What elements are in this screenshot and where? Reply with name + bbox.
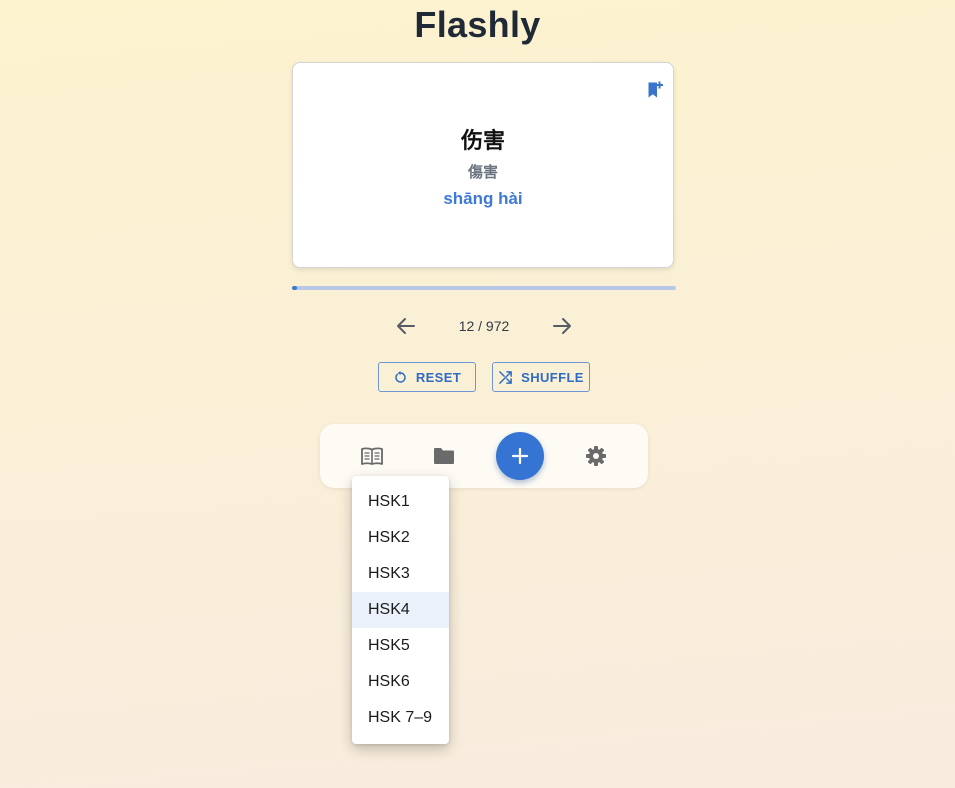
bookmark-add-icon[interactable]: [647, 81, 663, 99]
menu-item-hsk6[interactable]: HSK6: [352, 664, 449, 700]
arrow-left-icon[interactable]: [394, 314, 418, 338]
menu-item-hsk4[interactable]: HSK4: [352, 592, 449, 628]
menu-item-hsk2[interactable]: HSK2: [352, 520, 449, 556]
add-card-button[interactable]: [496, 432, 544, 480]
plus-icon: [511, 447, 529, 465]
menu-item-hsk7-9[interactable]: HSK 7–9: [352, 700, 449, 736]
menu-item-hsk1[interactable]: HSK1: [352, 484, 449, 520]
progress-bar: [292, 286, 676, 290]
arrow-right-icon[interactable]: [550, 314, 574, 338]
deck-menu: HSK1 HSK2 HSK3 HSK4 HSK5 HSK6 HSK 7–9: [352, 476, 449, 744]
card-traditional: 傷害: [467, 163, 498, 181]
reset-icon: [395, 370, 406, 383]
shuffle-button[interactable]: SHUFFLE: [492, 362, 590, 392]
card-pinyin: shāng hài: [443, 189, 523, 208]
reset-label: RESET: [415, 369, 462, 385]
gear-icon[interactable]: [584, 444, 608, 468]
flashcard[interactable]: 伤害 傷害 shāng hài: [292, 62, 674, 268]
shuffle-icon: [499, 370, 512, 384]
progress-fill: [292, 286, 297, 290]
folder-icon[interactable]: [432, 444, 456, 468]
menu-item-hsk5[interactable]: HSK5: [352, 628, 449, 664]
menu-item-hsk3[interactable]: HSK3: [352, 556, 449, 592]
reset-button[interactable]: RESET: [378, 362, 476, 392]
shuffle-label: SHUFFLE: [521, 369, 584, 385]
card-counter: 12 / 972: [458, 318, 510, 334]
card-hanzi: 伤害: [460, 129, 505, 154]
app-title: Flashly: [414, 4, 541, 45]
book-icon[interactable]: [360, 444, 384, 468]
